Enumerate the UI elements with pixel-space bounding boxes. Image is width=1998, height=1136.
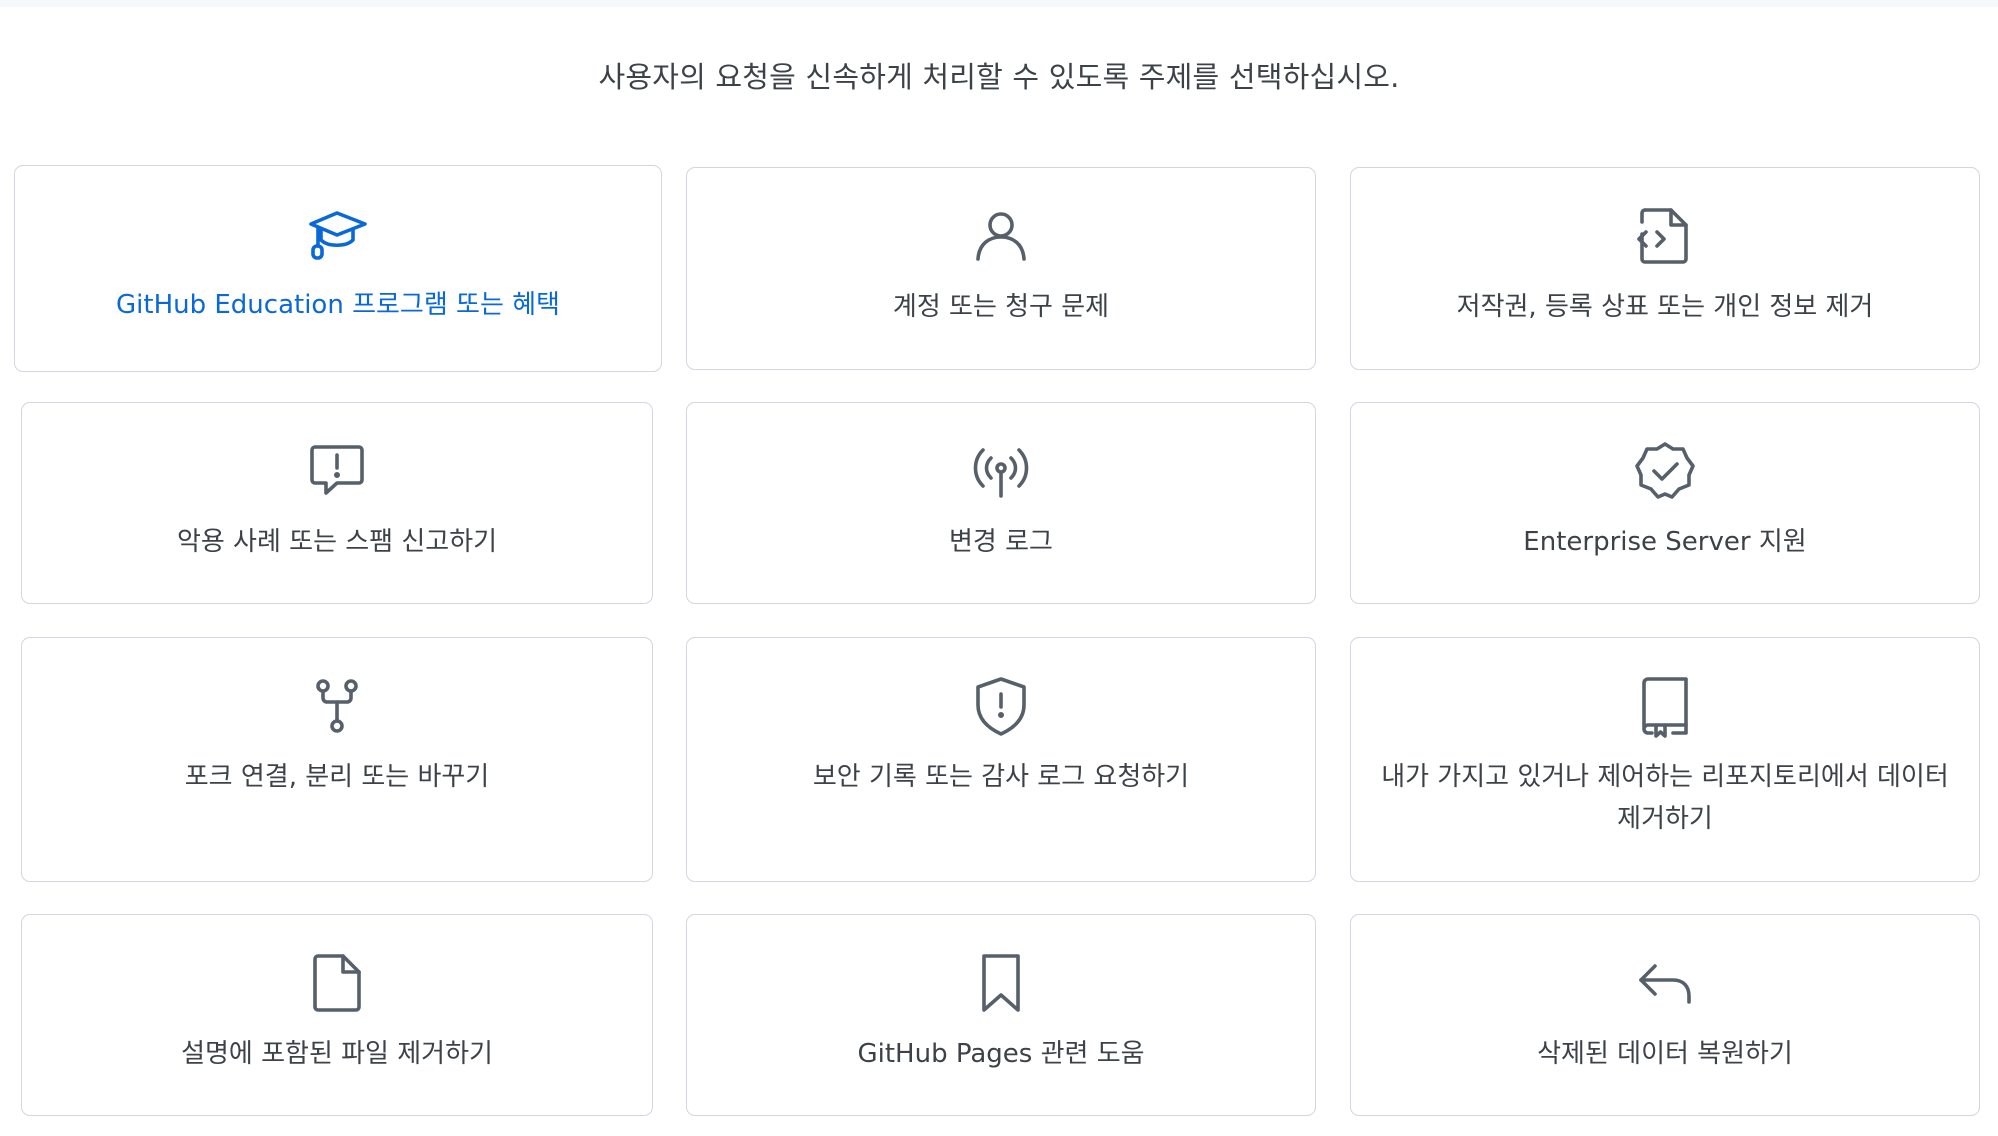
bookmark-icon: [969, 951, 1033, 1015]
topic-card-changelog[interactable]: 변경 로그: [686, 402, 1316, 604]
topic-card-remove-file-from-description[interactable]: 설명에 포함된 파일 제거하기: [21, 914, 653, 1116]
topic-card-report-abuse[interactable]: 악용 사례 또는 스팸 신고하기: [21, 402, 653, 604]
topic-card-security-audit-log[interactable]: 보안 기록 또는 감사 로그 요청하기: [686, 637, 1316, 882]
topic-label: 저작권, 등록 상표 또는 개인 정보 제거: [1456, 292, 1874, 322]
topic-label: GitHub Education 프로그램 또는 혜택: [116, 290, 560, 320]
repo-icon: [1633, 674, 1697, 738]
file-icon: [305, 951, 369, 1015]
shield-alert-icon: [969, 674, 1033, 738]
topic-label: 포크 연결, 분리 또는 바꾸기: [184, 762, 490, 792]
topic-card-copyright-removal[interactable]: 저작권, 등록 상표 또는 개인 정보 제거: [1350, 167, 1980, 370]
topic-label: GitHub Pages 관련 도움: [857, 1039, 1145, 1069]
topic-label: 삭제된 데이터 복원하기: [1537, 1039, 1793, 1069]
person-icon: [969, 204, 1033, 268]
topic-card-account-billing[interactable]: 계정 또는 청구 문제: [686, 167, 1316, 370]
topic-label: Enterprise Server 지원: [1523, 527, 1807, 557]
topic-card-enterprise-server[interactable]: Enterprise Server 지원: [1350, 402, 1980, 604]
topic-label: 내가 가지고 있거나 제어하는 리포지토리에서 데이터 제거하기: [1381, 762, 1949, 834]
file-code-icon: [1633, 204, 1697, 268]
topic-label: 계정 또는 청구 문제: [892, 292, 1110, 322]
reply-icon: [1633, 951, 1697, 1015]
topic-label: 보안 기록 또는 감사 로그 요청하기: [812, 762, 1190, 792]
repo-forked-icon: [305, 674, 369, 738]
topic-card-restore-deleted-data[interactable]: 삭제된 데이터 복원하기: [1350, 914, 1980, 1116]
top-strip: [0, 0, 1998, 7]
topic-card-repo-data-removal[interactable]: 내가 가지고 있거나 제어하는 리포지토리에서 데이터 제거하기: [1350, 637, 1980, 882]
report-icon: [305, 439, 369, 503]
broadcast-icon: [969, 439, 1033, 503]
topic-card-fork-connection[interactable]: 포크 연결, 분리 또는 바꾸기: [21, 637, 653, 882]
topic-card-education[interactable]: GitHub Education 프로그램 또는 혜택: [14, 165, 662, 372]
topic-label: 변경 로그: [949, 527, 1053, 557]
page-prompt: 사용자의 요청을 신속하게 처리할 수 있도록 주제를 선택하십시오.: [598, 60, 1400, 94]
topic-label: 설명에 포함된 파일 제거하기: [181, 1039, 493, 1069]
mortar-board-icon: [306, 202, 370, 266]
topic-label: 악용 사례 또는 스팸 신고하기: [176, 527, 498, 557]
topic-card-github-pages[interactable]: GitHub Pages 관련 도움: [686, 914, 1316, 1116]
verified-icon: [1633, 439, 1697, 503]
